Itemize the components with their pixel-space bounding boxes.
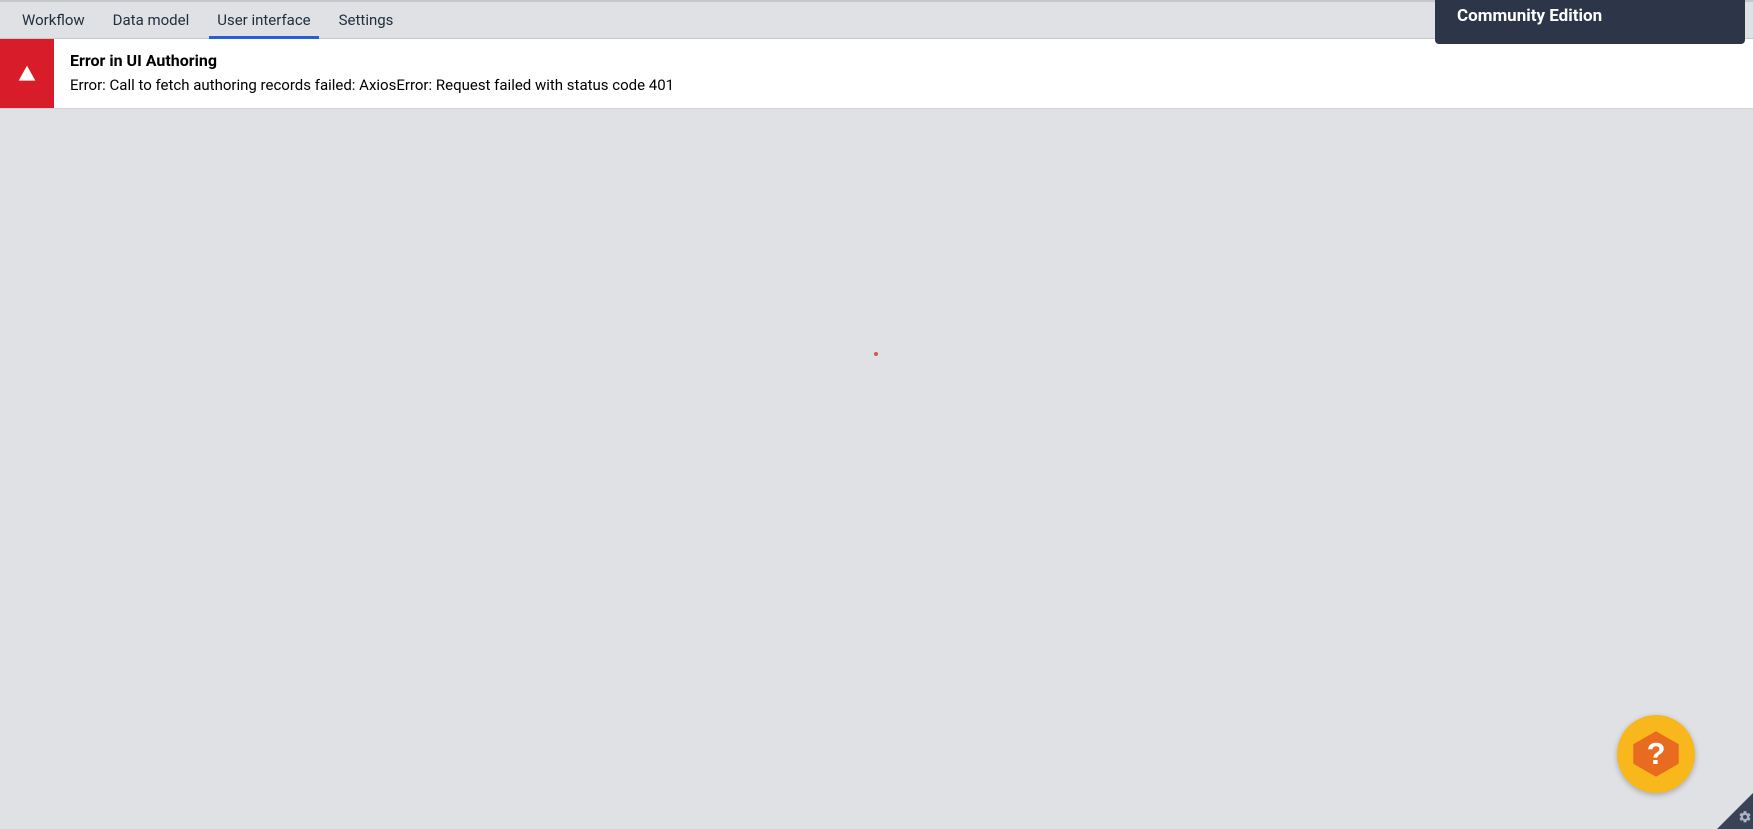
- error-message: Error: Call to fetch authoring records f…: [70, 76, 1737, 94]
- tab-label: User interface: [217, 11, 310, 29]
- tab-workflow[interactable]: Workflow: [8, 2, 99, 38]
- edition-banner-text: Community Edition: [1457, 0, 1602, 32]
- tab-user-interface[interactable]: User interface: [203, 2, 324, 38]
- tab-label: Data model: [113, 11, 190, 29]
- tab-data-model[interactable]: Data model: [99, 2, 204, 38]
- tab-label: Settings: [339, 11, 394, 29]
- error-icon-container: [0, 39, 54, 108]
- tab-label: Workflow: [22, 11, 85, 29]
- warning-icon: [17, 64, 37, 84]
- tab-settings[interactable]: Settings: [325, 2, 408, 38]
- help-button[interactable]: ?: [1617, 715, 1695, 793]
- help-icon: ?: [1630, 728, 1682, 780]
- svg-text:?: ?: [1647, 736, 1666, 771]
- loading-indicator: [874, 352, 878, 356]
- canvas-area: [0, 109, 1753, 825]
- error-text-container: Error in UI Authoring Error: Call to fet…: [54, 39, 1753, 108]
- error-title: Error in UI Authoring: [70, 51, 1737, 70]
- corner-expand-button[interactable]: [1717, 793, 1753, 829]
- edition-banner: Community Edition: [1435, 0, 1745, 44]
- error-panel: Error in UI Authoring Error: Call to fet…: [0, 39, 1753, 109]
